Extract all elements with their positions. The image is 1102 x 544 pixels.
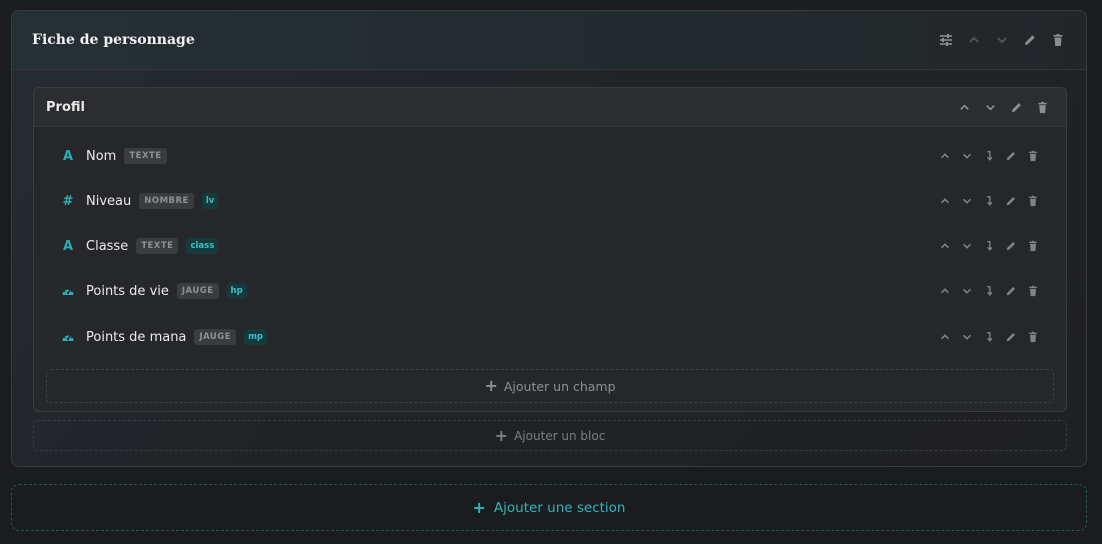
field-type-badge: JAUGE xyxy=(176,283,219,299)
plus-icon: + xyxy=(494,425,509,445)
field-type-badge: TEXTE xyxy=(136,238,179,254)
trash-icon[interactable] xyxy=(1025,239,1040,254)
field-key-badge: class xyxy=(186,238,219,254)
block-card: Profil A Nom TEXTE # Niveau NOMBRE lv A … xyxy=(33,87,1067,412)
chevron-down-icon[interactable] xyxy=(959,284,974,299)
pencil-icon[interactable] xyxy=(1008,99,1024,115)
number-icon: # xyxy=(62,193,74,209)
pencil-icon[interactable] xyxy=(1003,194,1018,209)
chevron-up-icon[interactable] xyxy=(937,330,952,345)
chevron-down-icon[interactable] xyxy=(959,239,974,254)
gauge-icon xyxy=(60,283,76,299)
block-actions xyxy=(956,99,1050,115)
text-icon: A xyxy=(62,238,74,254)
field-key-badge: lv xyxy=(201,193,219,209)
pencil-icon[interactable] xyxy=(1003,239,1018,254)
field-row[interactable]: # Niveau NOMBRE lv xyxy=(34,187,1066,215)
add-section-label: Ajouter une section xyxy=(493,499,626,516)
add-field-label: Ajouter un champ xyxy=(503,378,616,394)
field-actions xyxy=(937,239,1040,254)
move-into-icon[interactable] xyxy=(981,284,996,299)
trash-icon[interactable] xyxy=(1025,330,1040,345)
pencil-icon[interactable] xyxy=(1003,330,1018,345)
chevron-up-icon[interactable] xyxy=(937,284,952,299)
field-name: Points de mana xyxy=(86,329,187,345)
section-title: Fiche de personnage xyxy=(32,32,195,48)
add-block-button[interactable]: + Ajouter un bloc xyxy=(33,420,1067,451)
pencil-icon[interactable] xyxy=(1022,32,1038,48)
section-actions xyxy=(938,32,1066,48)
field-actions xyxy=(937,149,1040,164)
field-row[interactable]: A Nom TEXTE xyxy=(34,142,1066,170)
plus-icon: + xyxy=(472,497,486,517)
text-icon: A xyxy=(62,148,74,164)
chevron-down-icon[interactable] xyxy=(959,194,974,209)
pencil-icon[interactable] xyxy=(1003,149,1018,164)
chevron-up-icon[interactable] xyxy=(937,149,952,164)
trash-icon[interactable] xyxy=(1025,194,1040,209)
field-key-badge: hp xyxy=(226,283,247,299)
chevron-up-icon[interactable] xyxy=(956,99,972,115)
chevron-up-icon[interactable] xyxy=(966,32,982,48)
chevron-up-icon[interactable] xyxy=(937,239,952,254)
field-row[interactable]: Points de mana JAUGE mp xyxy=(34,323,1066,351)
field-row[interactable]: Points de vie JAUGE hp xyxy=(34,277,1066,305)
trash-icon[interactable] xyxy=(1025,284,1040,299)
field-type-badge: JAUGE xyxy=(194,329,237,345)
chevron-down-icon[interactable] xyxy=(994,32,1010,48)
field-row[interactable]: A Classe TEXTE class xyxy=(34,232,1066,260)
field-name: Classe xyxy=(86,238,129,254)
field-name: Niveau xyxy=(86,193,132,209)
add-section-button[interactable]: + Ajouter une section xyxy=(11,484,1087,531)
move-into-icon[interactable] xyxy=(981,330,996,345)
gauge-icon xyxy=(60,329,76,345)
add-block-label: Ajouter un bloc xyxy=(514,428,606,443)
trash-icon[interactable] xyxy=(1050,32,1066,48)
field-name: Nom xyxy=(86,148,117,164)
field-key-badge: mp xyxy=(244,329,268,345)
chevron-up-icon[interactable] xyxy=(937,194,952,209)
block-header: Profil xyxy=(34,88,1066,127)
plus-icon: + xyxy=(484,376,498,395)
section-card: Fiche de personnage Profil A Nom TEXTE #… xyxy=(11,10,1087,467)
field-actions xyxy=(937,284,1040,299)
field-type-badge: NOMBRE xyxy=(139,193,194,209)
sliders-icon[interactable] xyxy=(938,32,954,48)
field-type-badge: TEXTE xyxy=(124,148,167,164)
trash-icon[interactable] xyxy=(1034,99,1050,115)
add-field-button[interactable]: + Ajouter un champ xyxy=(46,369,1054,403)
chevron-down-icon[interactable] xyxy=(959,149,974,164)
pencil-icon[interactable] xyxy=(1003,284,1018,299)
block-title: Profil xyxy=(46,99,85,115)
chevron-down-icon[interactable] xyxy=(959,330,974,345)
section-header: Fiche de personnage xyxy=(12,11,1086,70)
move-into-icon[interactable] xyxy=(981,194,996,209)
move-into-icon[interactable] xyxy=(981,239,996,254)
field-name: Points de vie xyxy=(86,283,169,299)
field-actions xyxy=(937,194,1040,209)
move-into-icon[interactable] xyxy=(981,149,996,164)
field-actions xyxy=(937,330,1040,345)
trash-icon[interactable] xyxy=(1025,149,1040,164)
chevron-down-icon[interactable] xyxy=(982,99,998,115)
